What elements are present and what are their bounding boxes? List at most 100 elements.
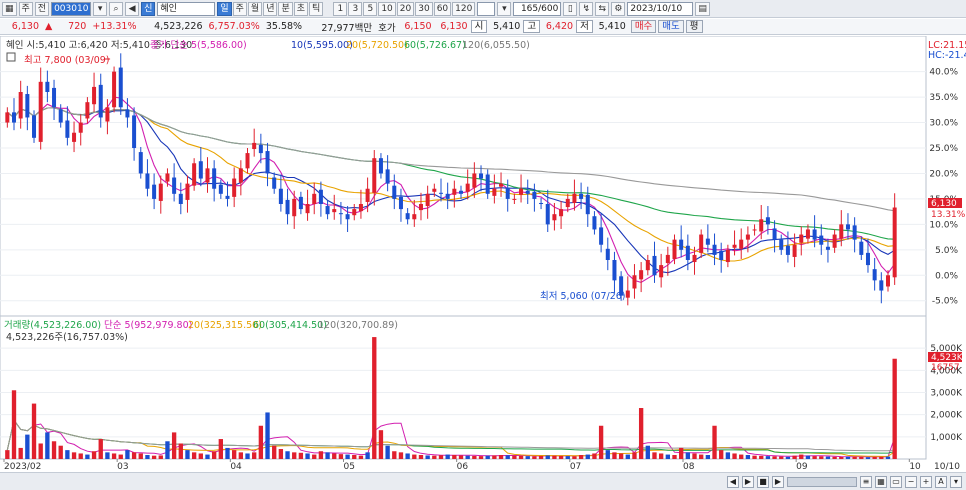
candle-body [459, 190, 464, 194]
volume-bar [892, 358, 897, 459]
scroll-left-icon[interactable]: ◀ [727, 475, 739, 488]
minute-button[interactable]: 30 [415, 1, 433, 16]
period-button[interactable]: 분 [278, 1, 293, 16]
period-button[interactable]: 주 [232, 1, 247, 16]
candle-body [18, 92, 23, 119]
candle-body [98, 84, 103, 118]
down-arrow-icon[interactable]: ▾ [950, 475, 962, 488]
period-button[interactable]: 초 [293, 1, 309, 16]
volume-bar [779, 456, 784, 459]
period-button[interactable]: 일 [217, 1, 232, 16]
volume-tag-text: 4,523K [931, 353, 964, 363]
calendar-icon[interactable]: ▤ [695, 1, 710, 16]
evaluate-button[interactable]: 평 [685, 20, 703, 33]
minute-button[interactable]: 5 [363, 1, 378, 16]
custom-dropdown-icon[interactable]: ▾ [497, 1, 512, 16]
price-axis-label: 10.0% [929, 220, 958, 230]
volume-bar [452, 455, 457, 459]
speaker-icon[interactable]: ◀ [125, 1, 140, 16]
volume-bar [205, 454, 210, 459]
candle-body [752, 229, 757, 231]
total-select[interactable]: 전 [34, 1, 50, 16]
candle-body [432, 188, 437, 192]
volume-bar [211, 451, 217, 459]
zoom-in-button-icon[interactable]: + [920, 475, 932, 488]
volume-bar [638, 408, 644, 459]
search-icon[interactable]: ⌕ [109, 1, 124, 16]
refresh-icon[interactable]: ⇆ [595, 1, 610, 16]
volume-bar [812, 456, 817, 459]
candle-body [499, 183, 504, 187]
text-size-icon[interactable]: A [935, 475, 947, 488]
period-button[interactable]: 틱 [309, 1, 324, 16]
candle-body [745, 234, 750, 240]
candle-body [539, 202, 544, 204]
candle-body [465, 183, 470, 192]
candle-body [445, 193, 450, 199]
minute-button[interactable]: 120 [452, 1, 476, 16]
candle-body [612, 260, 617, 281]
candle-body [178, 193, 183, 204]
high-label: 고 [523, 20, 541, 33]
candle-body [185, 183, 190, 200]
zoom-out-icon[interactable]: − [905, 475, 917, 488]
layout-icon[interactable]: ▦ [2, 1, 17, 16]
volume-bar [819, 456, 824, 459]
buy-button[interactable]: 매수 [630, 20, 657, 33]
minute-button[interactable]: 20 [396, 1, 415, 16]
volume-chart-pane[interactable]: 5,000K 4,000K 3,000K 2,000K 1,000K 2023/02 03 0… [0, 315, 966, 472]
scroll-right-icon[interactable]: ▶ [772, 475, 784, 488]
candle-body [105, 107, 110, 122]
minute-button[interactable]: 1 [333, 1, 348, 16]
sell-button[interactable]: 매도 [658, 20, 684, 33]
custom-period-input[interactable] [477, 1, 496, 16]
low-price: 5,410 [598, 21, 626, 32]
candle-body [585, 194, 590, 215]
minute-button[interactable]: 3 [348, 1, 363, 16]
volume-bar [658, 453, 664, 459]
period-button[interactable]: 년 [263, 1, 278, 16]
volume-bar [759, 455, 764, 459]
volume-bar [679, 447, 684, 459]
list-icon[interactable]: ≡ [860, 475, 872, 488]
play-icon[interactable]: ▶ [742, 475, 754, 488]
volume-bar [385, 445, 390, 459]
grid-icon[interactable]: ▦ [875, 475, 887, 488]
volume-bar [558, 455, 564, 459]
period-button[interactable]: 월 [247, 1, 263, 16]
scroll-bar[interactable] [787, 476, 857, 487]
fit-icon[interactable]: ▭ [890, 475, 902, 488]
ma60-legend: 60(5,726.67) [404, 40, 466, 51]
crosshair-icon[interactable]: ↯ [579, 1, 594, 16]
candle-body [652, 255, 657, 276]
candle-body [412, 214, 417, 220]
candle-body [378, 158, 383, 174]
candle-body [318, 189, 323, 204]
candle-body [232, 178, 237, 197]
gear-icon[interactable]: ⚙ [611, 1, 626, 16]
volume-bar [278, 449, 284, 459]
volume-bar [171, 432, 177, 459]
stock-code-input[interactable]: 003010 [51, 1, 92, 16]
price-chart-pane[interactable]: 40.0%35.0%30.0%25.0%20.0%15.0%10.0%5.0%0… [0, 35, 966, 317]
date-field[interactable]: 2023/10/10 [627, 1, 694, 16]
minute-button[interactable]: 60 [433, 1, 452, 16]
candle-body [292, 198, 297, 217]
minute-button[interactable]: 10 [378, 1, 396, 16]
zoom-in-icon[interactable]: ▯ [563, 1, 578, 16]
stock-name-field[interactable]: 혜인 [157, 1, 216, 16]
volume-bar [438, 455, 444, 459]
ma20-legend: 20(5,720.50) [346, 40, 408, 51]
candle-body [365, 188, 370, 202]
volume-pct-tag: 16757 [931, 363, 960, 373]
volume-bar [265, 412, 270, 459]
data-count-field[interactable]: 165/600 [513, 1, 562, 16]
code-dropdown-icon[interactable]: ▾ [93, 1, 108, 16]
x-axis-label: 10 [909, 462, 921, 472]
candle-body [405, 213, 410, 220]
price-axis-label: 5.0% [935, 246, 958, 256]
stop-icon[interactable]: ■ [757, 475, 769, 488]
volume-axis-label: 2,000K [930, 411, 963, 421]
volume-bar [365, 452, 370, 459]
period-select[interactable]: 주 [18, 1, 33, 16]
